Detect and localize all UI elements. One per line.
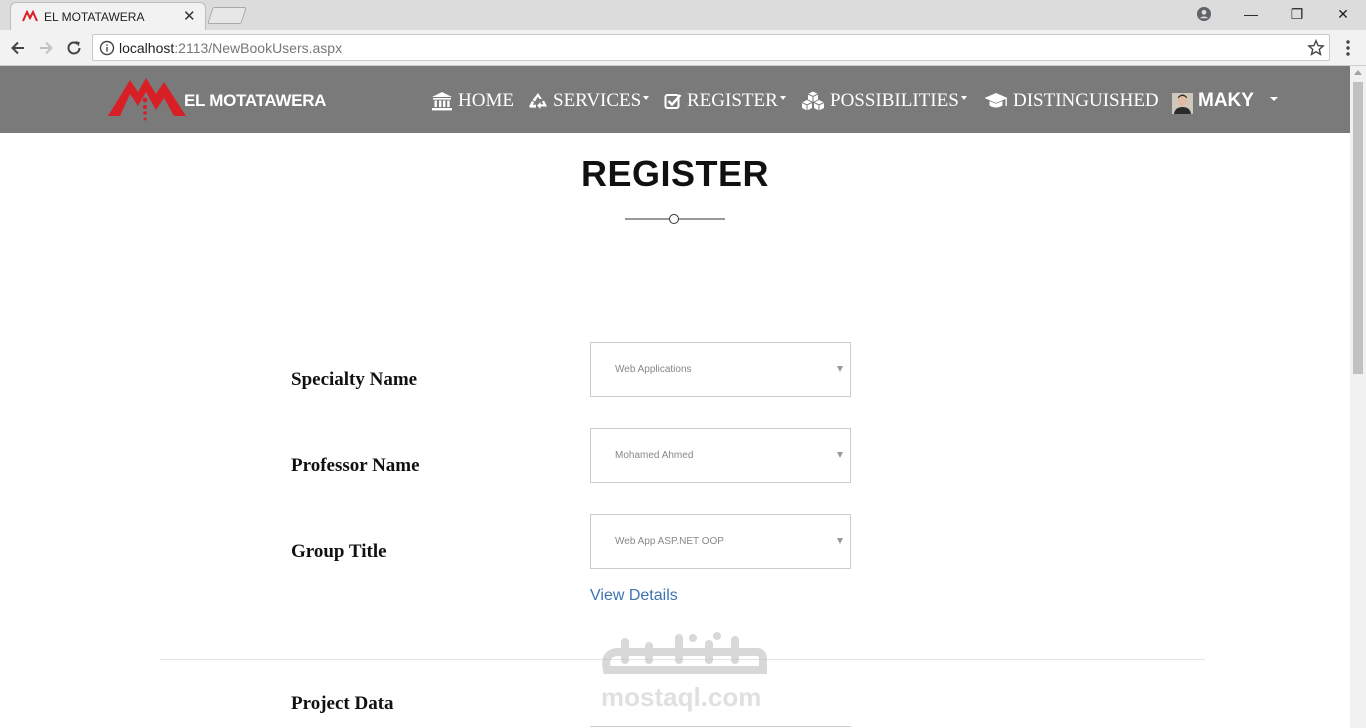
recycle-icon [529, 93, 547, 109]
cubes-icon [801, 91, 825, 111]
graduation-cap-icon [984, 93, 1008, 108]
bank-icon [432, 92, 452, 111]
scroll-up-arrow-icon[interactable] [1354, 70, 1362, 75]
url-path: :2113/NewBookUsers.aspx [174, 40, 343, 56]
bookmark-star-icon[interactable] [1307, 39, 1325, 57]
nav-item-home[interactable]: HOME [431, 90, 514, 112]
title-divider [625, 214, 725, 224]
watermark-latin-text: mostaql.com [601, 682, 762, 712]
check-square-icon [664, 94, 682, 109]
forward-arrow-icon[interactable] [36, 38, 56, 58]
nav-label-services: SERVICES [553, 90, 642, 111]
dropdown-arrow-icon [837, 538, 843, 544]
browser-tab-bar: EL MOTATAWERA ✕ — ❐ ✕ [0, 0, 1366, 30]
nav-label-home: HOME [458, 90, 514, 111]
new-tab-button[interactable] [207, 7, 247, 24]
profile-icon[interactable] [1196, 6, 1212, 22]
nav-label-register: REGISTER [687, 90, 778, 111]
info-icon[interactable] [99, 40, 115, 56]
select-value: Web App ASP.NET OOP [615, 536, 724, 547]
url-host: localhost [119, 40, 175, 56]
chevron-down-icon [779, 96, 786, 100]
nav-label-distinguished: DISTINGUISHED [1013, 90, 1159, 111]
favicon-icon [22, 10, 38, 22]
url-text[interactable]: localhost:2113/NewBookUsers.aspx [119, 40, 342, 56]
chevron-down-icon [960, 96, 967, 100]
view-details-link[interactable]: View Details [590, 587, 678, 605]
back-arrow-icon[interactable] [8, 38, 28, 58]
specialty-name-label: Specialty Name [291, 369, 418, 390]
professor-name-select[interactable]: Mohamed Ahmed [590, 428, 851, 483]
site-navbar: EL MOTATAWERA HOME SERVICES REGISTER POS… [0, 66, 1350, 133]
minimize-button[interactable]: — [1228, 3, 1274, 25]
page-title: REGISTER [580, 153, 770, 194]
site-logo[interactable] [108, 72, 188, 124]
browser-toolbar: localhost:2113/NewBookUsers.aspx [0, 30, 1366, 66]
dropdown-arrow-icon [837, 452, 843, 458]
watermark-logo: mostaql.com [597, 630, 769, 712]
tab-close-icon[interactable]: ✕ [183, 7, 196, 25]
page-scrollbar[interactable] [1350, 66, 1366, 728]
group-title-select[interactable]: Web App ASP.NET OOP [590, 514, 851, 569]
select-value: Mohamed Ahmed [615, 450, 694, 461]
address-bar[interactable]: localhost:2113/NewBookUsers.aspx [92, 34, 1330, 61]
specialty-name-select[interactable]: Web Applications [590, 342, 851, 397]
nav-item-services[interactable]: SERVICES [528, 90, 650, 112]
scrollbar-thumb[interactable] [1353, 82, 1363, 374]
user-menu-name[interactable]: MAKY [1198, 90, 1254, 112]
professor-name-label: Professor Name [291, 455, 420, 476]
user-menu-chevron-icon[interactable] [1270, 97, 1278, 101]
nav-item-possibilities[interactable]: POSSIBILITIES [801, 90, 967, 112]
page-viewport: EL MOTATAWERA HOME SERVICES REGISTER POS… [0, 66, 1350, 728]
nav-label-possibilities: POSSIBILITIES [830, 90, 959, 111]
group-title-label: Group Title [291, 541, 387, 562]
project-data-label: Project Data [291, 693, 394, 714]
browser-menu-icon[interactable] [1340, 39, 1356, 57]
reload-icon[interactable] [64, 38, 84, 58]
watermark-arabic-logo [602, 632, 767, 674]
brand-name[interactable]: EL MOTATAWERA [184, 91, 326, 111]
user-photo-icon [1172, 93, 1193, 114]
dropdown-arrow-icon [837, 366, 843, 372]
browser-tab[interactable]: EL MOTATAWERA ✕ [10, 2, 206, 30]
restore-button[interactable]: ❐ [1274, 3, 1320, 25]
nav-item-distinguished[interactable]: DISTINGUISHED [984, 90, 1159, 112]
nav-item-register[interactable]: REGISTER [664, 90, 786, 112]
tab-title: EL MOTATAWERA [44, 10, 145, 24]
select-value: Web Applications [615, 364, 692, 375]
chevron-down-icon [643, 96, 650, 100]
close-window-button[interactable]: ✕ [1320, 3, 1366, 25]
avatar[interactable] [1172, 93, 1193, 114]
